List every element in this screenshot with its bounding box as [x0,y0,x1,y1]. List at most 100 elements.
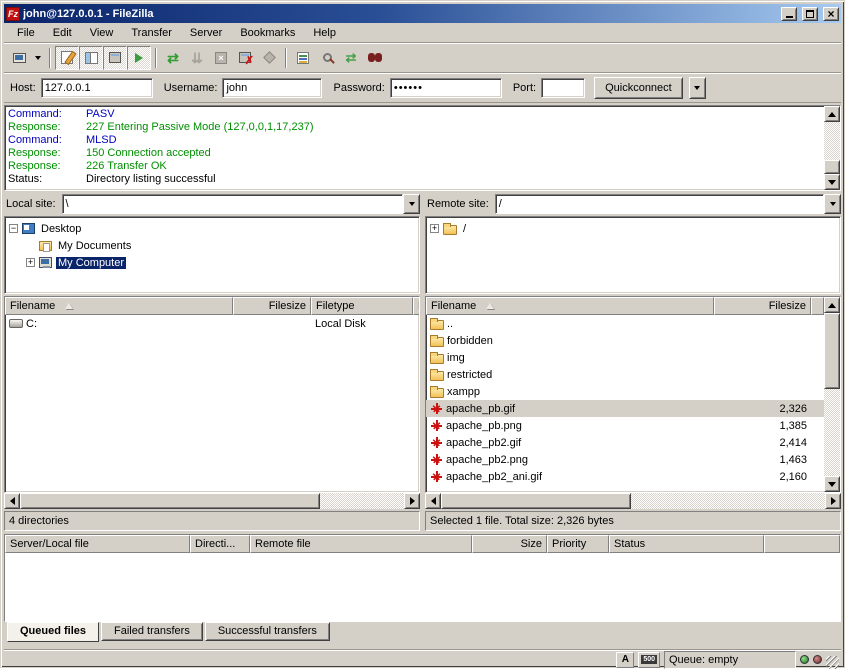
file-row[interactable]: xampp [426,383,824,400]
cancel-button[interactable]: × [209,46,233,70]
magnifier-icon [323,53,332,62]
process-queue-button[interactable]: ⇊ [185,46,209,70]
find-files-button[interactable] [363,46,387,70]
file-row-c-drive[interactable]: C: Local Disk [5,315,419,332]
toggle-message-log-button[interactable] [55,46,79,70]
column-server-local-file[interactable]: Server/Local file [5,535,190,553]
scroll-track [824,389,840,476]
scroll-thumb[interactable] [824,160,840,174]
directory-filters-button[interactable] [291,46,315,70]
column-filesize[interactable]: Filesize [233,297,311,315]
local-site-dropdown-button[interactable] [403,194,420,214]
scroll-up-button[interactable] [824,297,840,313]
remote-horizontal-scrollbar[interactable] [425,493,841,509]
scroll-right-button[interactable] [404,493,420,509]
minimize-button[interactable] [781,7,797,21]
menu-view[interactable]: View [81,25,123,41]
host-input[interactable]: 127.0.0.1 [41,78,153,98]
menu-help[interactable]: Help [304,25,345,41]
queue-header: Server/Local file Directi... Remote file… [5,535,840,553]
menu-server[interactable]: Server [181,25,231,41]
column-filesize[interactable]: Filesize [714,297,811,315]
quickconnect-dropdown-button[interactable] [689,77,706,99]
scroll-up-button[interactable] [824,106,840,122]
tree-item-my-documents[interactable]: My Documents [9,237,419,254]
file-row[interactable]: restricted [426,366,824,383]
remote-site-dropdown-button[interactable] [824,194,841,214]
file-row-selected[interactable]: apache_pb.gif2,326 [426,400,824,417]
column-filename[interactable]: Filename [5,297,233,315]
folder-icon [430,320,444,330]
column-direction[interactable]: Directi... [190,535,250,553]
compare-directories-button[interactable] [315,46,339,70]
local-horizontal-scrollbar[interactable] [4,493,420,509]
password-input[interactable]: •••••• [390,78,502,98]
file-row[interactable]: apache_pb2_ani.gif2,160 [426,468,824,485]
site-manager-dropdown-button[interactable] [31,46,45,70]
scroll-left-button[interactable] [4,493,20,509]
column-filetype[interactable]: Filetype [311,297,413,315]
disconnect-button[interactable] [233,46,257,70]
toggle-local-tree-button[interactable] [79,46,103,70]
toggle-transfer-queue-button[interactable] [127,46,151,70]
resize-grip[interactable] [826,656,839,669]
scroll-thumb[interactable] [20,493,320,509]
port-input[interactable] [541,78,585,98]
remote-vertical-scrollbar[interactable] [824,297,840,492]
folder-icon [430,388,444,398]
refresh-button[interactable]: ⇄ [161,46,185,70]
scroll-thumb[interactable] [441,493,631,509]
maximize-button[interactable] [802,7,818,21]
expand-toggle[interactable] [430,224,439,233]
file-row[interactable]: apache_pb.png1,385 [426,417,824,434]
menu-bookmarks[interactable]: Bookmarks [231,25,304,41]
transfer-type-indicator[interactable]: A [616,652,634,668]
remote-site-combobox[interactable]: / [495,194,841,214]
drive-icon [9,319,23,328]
title-bar[interactable]: Fz john@127.0.0.1 - FileZilla × [4,4,841,23]
column-filename[interactable]: Filename [426,297,714,315]
reconnect-button[interactable] [257,46,281,70]
quickconnect-button[interactable]: Quickconnect [594,77,683,99]
column-size[interactable]: Size [472,535,547,553]
file-row[interactable]: .. [426,315,824,332]
expand-toggle[interactable] [26,258,35,267]
tab-queued-files[interactable]: Queued files [7,622,99,642]
tree-item-root[interactable]: / [430,220,840,237]
tab-successful-transfers[interactable]: Successful transfers [205,622,330,641]
scroll-right-button[interactable] [825,493,841,509]
menu-file[interactable]: File [8,25,44,41]
image-file-icon [430,419,443,432]
minimize-icon [786,16,793,18]
scroll-thumb[interactable] [824,313,840,389]
menu-edit[interactable]: Edit [44,25,81,41]
file-row[interactable]: forbidden [426,332,824,349]
local-site-combobox[interactable]: \ [62,194,420,214]
log-vertical-scrollbar[interactable] [824,106,840,190]
collapse-toggle[interactable] [9,224,18,233]
file-row[interactable]: img [426,349,824,366]
site-manager-button[interactable] [7,46,31,70]
toggle-remote-tree-button[interactable] [103,46,127,70]
tree-item-desktop[interactable]: Desktop [9,220,419,237]
column-priority[interactable]: Priority [547,535,609,553]
tab-failed-transfers[interactable]: Failed transfers [101,622,203,641]
scroll-down-button[interactable] [824,476,840,492]
remote-site-value[interactable]: / [495,194,824,214]
menu-transfer[interactable]: Transfer [122,25,181,41]
column-status[interactable]: Status [609,535,764,553]
column-last-modified[interactable]: L [413,297,420,315]
file-row[interactable]: apache_pb2.png1,463 [426,451,824,468]
transfer-queue-icon [135,53,143,63]
file-row[interactable]: apache_pb2.gif2,414 [426,434,824,451]
scroll-down-button[interactable] [824,174,840,190]
speed-limits-indicator[interactable]: 500 [638,652,660,668]
username-input[interactable]: john [222,78,322,98]
close-button[interactable]: × [823,7,839,21]
browser-panes: Local site: \ Desktop My Documents [4,193,841,531]
local-site-value[interactable]: \ [62,194,403,214]
column-remote-file[interactable]: Remote file [250,535,472,553]
scroll-left-button[interactable] [425,493,441,509]
tree-item-my-computer[interactable]: My Computer [9,254,419,271]
synchronized-browsing-button[interactable]: ⇄ [339,46,363,70]
